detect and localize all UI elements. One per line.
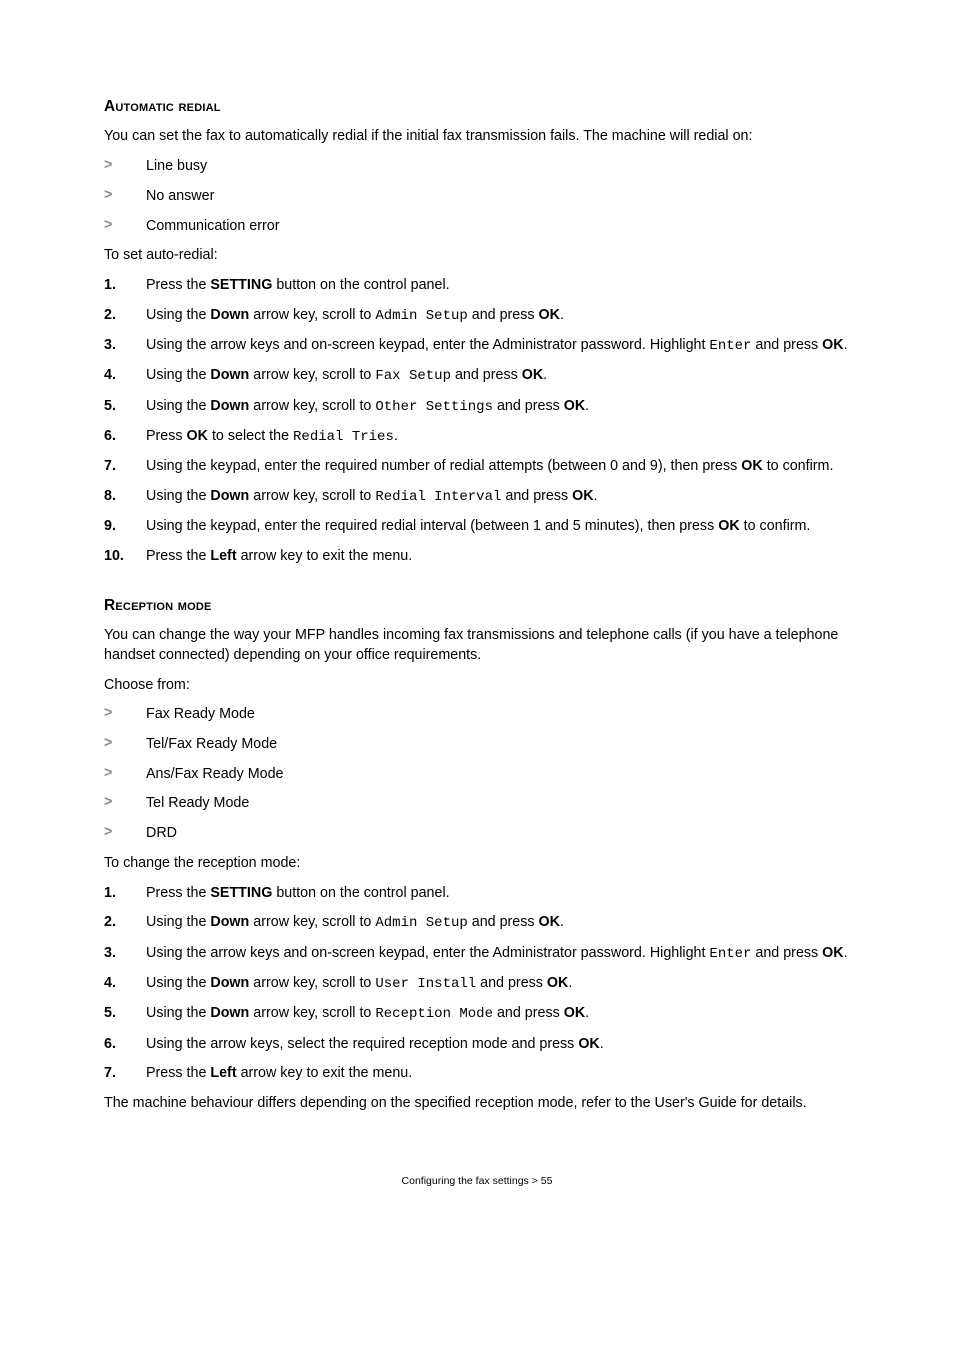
step-number: 6. [104,427,146,447]
step-number: 5. [104,1004,146,1024]
list-item-text: Ans/Fax Ready Mode [146,765,850,785]
step-number: 4. [104,974,146,994]
chevron-icon: > [104,824,146,841]
step-text: Using the Down arrow key, scroll to Admi… [146,306,850,326]
steps-list-1: 1.Press the SETTING button on the contro… [104,276,850,567]
chevron-icon: > [104,217,146,234]
step-number: 8. [104,487,146,507]
step-text: Using the Down arrow key, scroll to User… [146,974,850,994]
step-text: Press the Left arrow key to exit the men… [146,1064,850,1084]
list-item: >Ans/Fax Ready Mode [104,765,850,785]
list-item: > Line busy [104,157,850,177]
step-text: Press OK to select the Redial Tries. [146,427,850,447]
list-item: >Tel/Fax Ready Mode [104,735,850,755]
heading-automatic-redial: Automatic redial [104,96,850,117]
step-number: 7. [104,1064,146,1084]
list-item-text: Line busy [146,157,850,177]
step-number: 5. [104,397,146,417]
step-number: 2. [104,306,146,326]
chevron-icon: > [104,187,146,204]
step-item: 2.Using the Down arrow key, scroll to Ad… [104,306,850,326]
steps-list-2: 1.Press the SETTING button on the contro… [104,884,850,1084]
step-item: 9.Using the keypad, enter the required r… [104,517,850,537]
step-item: 8.Using the Down arrow key, scroll to Re… [104,487,850,507]
step-text: Using the arrow keys and on-screen keypa… [146,336,850,356]
step-item: 10.Press the Left arrow key to exit the … [104,547,850,567]
reception-modes-list: >Fax Ready Mode >Tel/Fax Ready Mode >Ans… [104,705,850,844]
step-item: 4.Using the Down arrow key, scroll to Us… [104,974,850,994]
document-page: Automatic redial You can set the fax to … [0,0,954,1248]
step-text: Using the arrow keys, select the require… [146,1035,850,1055]
step-number: 3. [104,336,146,356]
list-item: >Tel Ready Mode [104,794,850,814]
intro-paragraph: You can set the fax to automatically red… [104,127,850,147]
redial-conditions-list: > Line busy > No answer > Communication … [104,157,850,236]
chevron-icon: > [104,735,146,752]
step-number: 3. [104,944,146,964]
list-item-text: No answer [146,187,850,207]
step-text: Using the Down arrow key, scroll to Rece… [146,1004,850,1024]
step-item: 7.Press the Left arrow key to exit the m… [104,1064,850,1084]
chevron-icon: > [104,705,146,722]
step-text: Using the keypad, enter the required num… [146,457,850,477]
list-item-text: DRD [146,824,850,844]
list-item-text: Communication error [146,217,850,237]
step-text: Using the Down arrow key, scroll to Redi… [146,487,850,507]
step-text: Using the keypad, enter the required red… [146,517,850,537]
list-item: >Fax Ready Mode [104,705,850,725]
step-item: 5.Using the Down arrow key, scroll to Re… [104,1004,850,1024]
step-text: Using the arrow keys and on-screen keypa… [146,944,850,964]
list-item-text: Tel/Fax Ready Mode [146,735,850,755]
step-number: 4. [104,366,146,386]
list-item: >DRD [104,824,850,844]
step-number: 10. [104,547,146,567]
page-footer: Configuring the fax settings > 55 [104,1174,850,1188]
step-number: 1. [104,884,146,904]
intro-paragraph: You can change the way your MFP handles … [104,626,850,665]
step-text: Press the SETTING button on the control … [146,276,850,296]
list-item: > No answer [104,187,850,207]
outro-paragraph: The machine behaviour differs depending … [104,1094,850,1114]
step-item: 3.Using the arrow keys and on-screen key… [104,336,850,356]
chevron-icon: > [104,765,146,782]
chevron-icon: > [104,794,146,811]
list-item-text: Tel Ready Mode [146,794,850,814]
step-number: 7. [104,457,146,477]
heading-reception-mode: Reception mode [104,595,850,616]
step-item: 1.Press the SETTING button on the contro… [104,276,850,296]
step-number: 1. [104,276,146,296]
step-text: Using the Down arrow key, scroll to Admi… [146,913,850,933]
step-text: Using the Down arrow key, scroll to Fax … [146,366,850,386]
lead-text: To change the reception mode: [104,854,850,874]
step-number: 2. [104,913,146,933]
step-text: Using the Down arrow key, scroll to Othe… [146,397,850,417]
step-text: Press the Left arrow key to exit the men… [146,547,850,567]
step-item: 3.Using the arrow keys and on-screen key… [104,944,850,964]
step-item: 1.Press the SETTING button on the contro… [104,884,850,904]
step-number: 9. [104,517,146,537]
chevron-icon: > [104,157,146,174]
step-item: 6.Using the arrow keys, select the requi… [104,1035,850,1055]
step-item: 7.Using the keypad, enter the required n… [104,457,850,477]
step-item: 5.Using the Down arrow key, scroll to Ot… [104,397,850,417]
list-item-text: Fax Ready Mode [146,705,850,725]
step-text: Press the SETTING button on the control … [146,884,850,904]
step-number: 6. [104,1035,146,1055]
step-item: 6.Press OK to select the Redial Tries. [104,427,850,447]
lead-text: To set auto-redial: [104,246,850,266]
step-item: 4.Using the Down arrow key, scroll to Fa… [104,366,850,386]
step-item: 2.Using the Down arrow key, scroll to Ad… [104,913,850,933]
list-item: > Communication error [104,217,850,237]
lead-text: Choose from: [104,676,850,696]
